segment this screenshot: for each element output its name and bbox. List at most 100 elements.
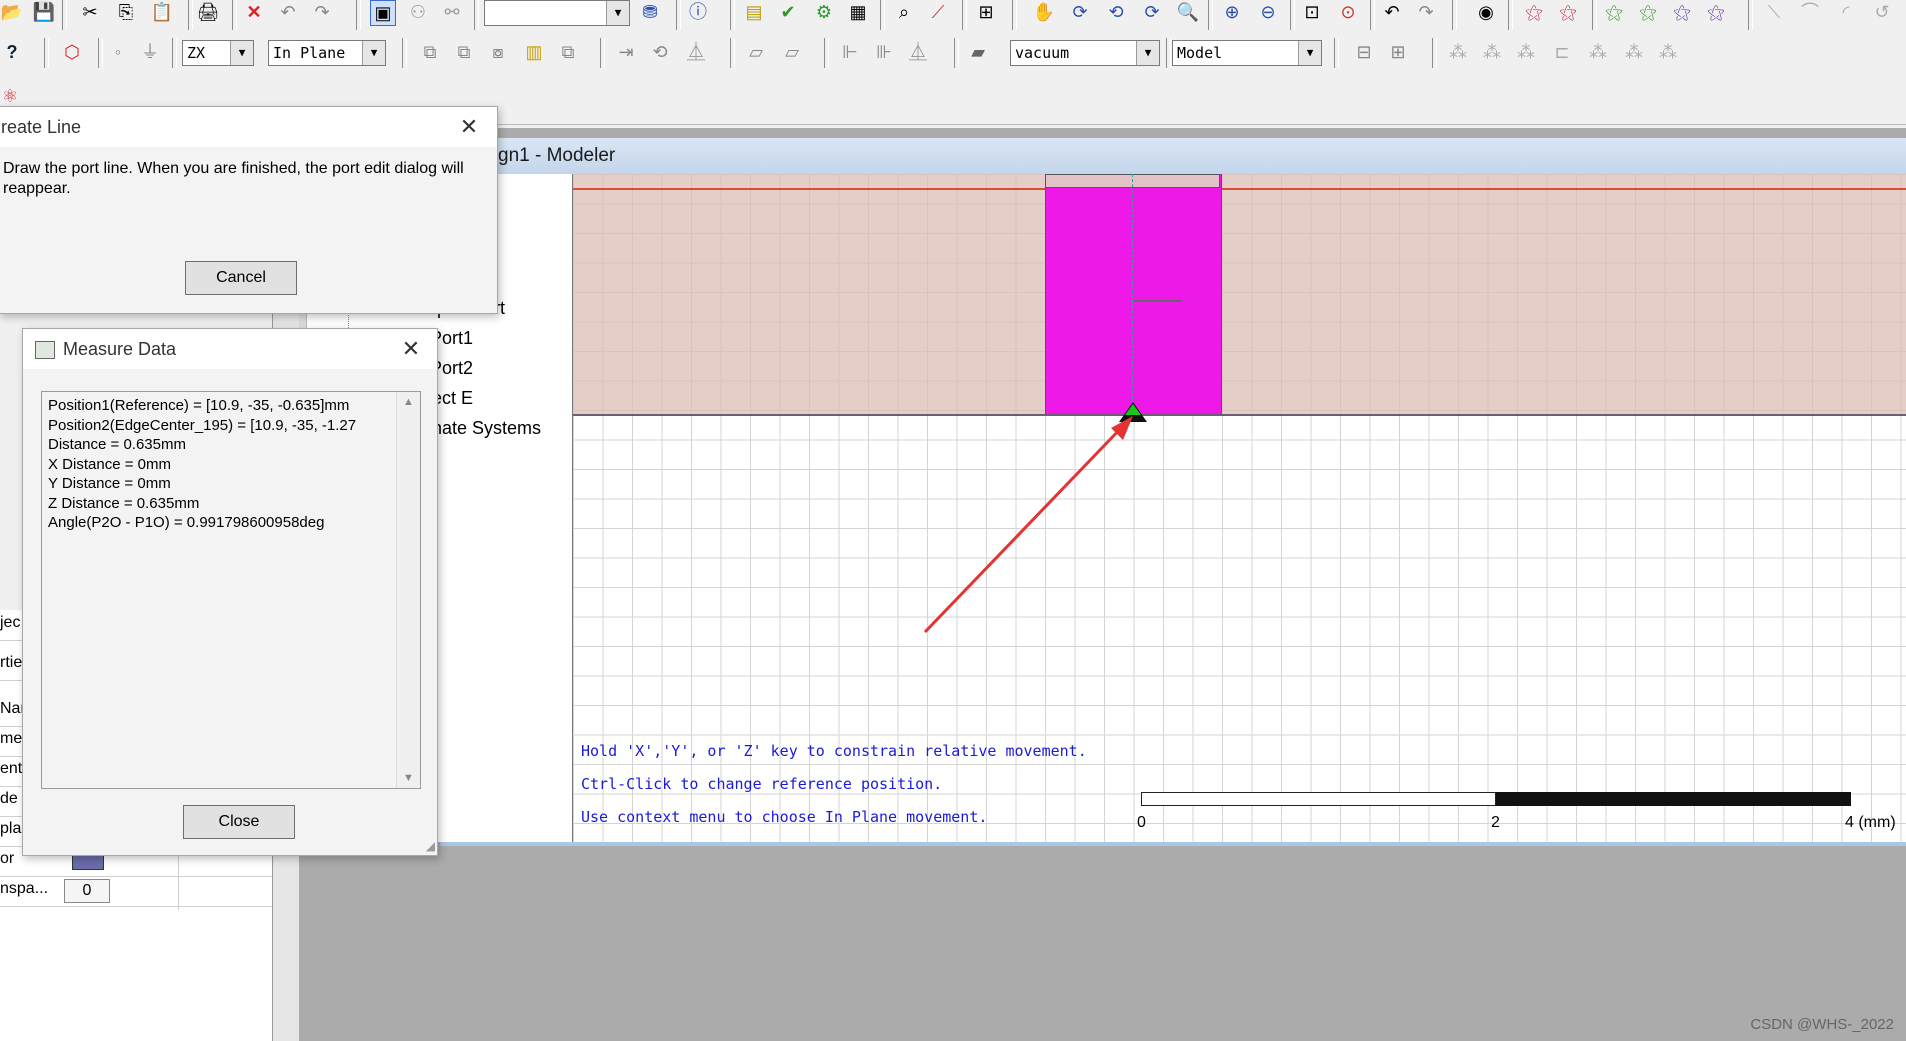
ruler2-icon[interactable]: ⁂ [1622, 40, 1646, 64]
imprint-icon[interactable]: ▥ [522, 40, 546, 64]
sweep-icon[interactable]: ⁂ [1446, 40, 1470, 64]
hide2-icon[interactable]: ⚝ [1636, 0, 1660, 24]
distribute-icon[interactable]: ⊪ [872, 40, 896, 64]
spline-icon[interactable]: ↺ [1870, 0, 1894, 24]
transparency-value[interactable]: 0 [64, 879, 110, 903]
model-icon[interactable]: ⚇ [406, 0, 430, 24]
info-icon[interactable]: ⓘ [686, 0, 710, 24]
plane-icon[interactable]: ⏚ [138, 40, 162, 64]
toolbar-separator [1208, 0, 1213, 30]
ruler3-icon[interactable]: ⁂ [1656, 40, 1680, 64]
intersect-icon[interactable]: ⧇ [486, 40, 510, 64]
plane-select[interactable]: ZX ▼ [182, 40, 254, 66]
undo-view-icon[interactable]: ↶ [1380, 0, 1404, 24]
field-icon[interactable]: ⊞ [974, 0, 998, 24]
scale-label-2: 2 [1491, 814, 1500, 831]
scroll-up-icon[interactable]: ▲ [403, 396, 414, 408]
hide3-icon[interactable]: ⚝ [1704, 0, 1728, 24]
select-icon[interactable]: ▣ [370, 0, 396, 26]
pan-icon[interactable]: ✋ [1032, 0, 1056, 24]
scroll-down-icon[interactable]: ▼ [403, 772, 414, 784]
zoom-out-icon[interactable]: ⊖ [1256, 0, 1280, 24]
zoom-icon[interactable]: 🔍 [1176, 0, 1200, 24]
undo-icon[interactable]: ↶ [276, 0, 300, 24]
paste-icon[interactable]: 📋 [150, 0, 174, 24]
curve-icon[interactable]: ⌒ [1798, 0, 1822, 24]
zoom-in-icon[interactable]: ⊕ [1220, 0, 1244, 24]
sheet2-icon[interactable]: ▱ [780, 40, 804, 64]
show-icon[interactable]: ⚝ [1522, 0, 1546, 24]
toolbar-separator [172, 38, 177, 68]
plot-icon[interactable]: ⟋ [926, 0, 950, 24]
rotate3-icon[interactable]: ⟳ [1140, 0, 1164, 24]
measure-icon[interactable]: ⊏ [1550, 40, 1574, 64]
open-icon[interactable]: 📂 [0, 0, 24, 24]
create-line-dialog: reate Line ✕ Draw the port line. When yo… [0, 106, 498, 314]
close-button[interactable]: Close [183, 805, 295, 839]
prop-label: pla [0, 820, 22, 837]
toolbar-separator [1748, 0, 1753, 30]
save-icon[interactable]: 💾 [32, 0, 56, 24]
ruler-icon[interactable]: ⁂ [1586, 40, 1610, 64]
copy-icon[interactable]: ⎘ [114, 0, 138, 24]
create-line-titlebar: reate Line ✕ [0, 107, 497, 147]
toolbar-separator [1432, 38, 1437, 68]
rotate2-icon[interactable]: ⟲ [1104, 0, 1128, 24]
close-icon[interactable]: ✕ [397, 335, 425, 363]
sheet-icon[interactable]: ▱ [744, 40, 768, 64]
blank-combo[interactable]: ▼ [484, 0, 630, 26]
unite-icon[interactable]: ⧉ [418, 40, 442, 64]
split-icon[interactable]: ⚯ [440, 0, 464, 24]
close-icon[interactable]: ✕ [455, 113, 483, 141]
measure-output-box[interactable]: Position1(Reference) = [10.9, -35, -0.63… [41, 391, 421, 789]
zoom-all-icon[interactable]: ⊙ [1336, 0, 1360, 24]
help-icon[interactable]: ? [0, 40, 24, 64]
analyze-icon[interactable]: ⚙ [812, 0, 836, 24]
align-icon[interactable]: ⊩ [838, 40, 862, 64]
sweep2-icon[interactable]: ⁂ [1480, 40, 1504, 64]
hide-icon[interactable]: ⚝ [1556, 0, 1580, 24]
mirror-icon[interactable]: ⏅ [684, 40, 708, 64]
move-icon[interactable]: ⇥ [614, 40, 638, 64]
arc-icon[interactable]: ◜ [1834, 0, 1858, 24]
resize-grip-icon[interactable]: ◢ [426, 839, 435, 853]
prop-label: ent [0, 760, 23, 777]
view-icon[interactable]: ◉ [1474, 0, 1498, 24]
delete-icon[interactable]: ✕ [242, 0, 266, 24]
print-icon[interactable]: 🖨 [196, 0, 220, 24]
cancel-button[interactable]: Cancel [185, 261, 297, 295]
line-icon[interactable]: ⟍ [1762, 0, 1786, 24]
redo-icon[interactable]: ↷ [310, 0, 334, 24]
mode-select[interactable]: Model ▼ [1172, 40, 1322, 66]
report-icon[interactable]: ▦ [846, 0, 870, 24]
prop-row: nspa... 0 [0, 876, 272, 907]
filter-icon[interactable]: ⛃ [638, 0, 662, 24]
check-icon[interactable]: ✔ [776, 0, 800, 24]
fit-icon[interactable]: ⌕ [892, 0, 916, 24]
split-body-icon[interactable]: ⧉ [556, 40, 580, 64]
cut-icon[interactable]: ✂ [78, 0, 102, 24]
mirror2-icon[interactable]: ⏅ [906, 40, 930, 64]
subtract-icon[interactable]: ⧉ [452, 40, 476, 64]
rotate-obj-icon[interactable]: ⟲ [648, 40, 672, 64]
modeler-canvas[interactable]: Hold 'X','Y', or 'Z' key to constrain re… [572, 174, 1906, 842]
material-select[interactable]: vacuum ▼ [1010, 40, 1160, 66]
sweep3-icon[interactable]: ⁂ [1514, 40, 1538, 64]
tree-item-perfect-e[interactable]: ect E [432, 388, 473, 409]
cube-icon[interactable]: ⬡ [60, 40, 84, 64]
validate-icon[interactable]: ▤ [742, 0, 766, 24]
show2-icon[interactable]: ⚝ [1602, 0, 1626, 24]
rotate-icon[interactable]: ⟳ [1068, 0, 1092, 24]
zoom-area-icon[interactable]: ⊡ [1300, 0, 1324, 24]
substrate-edge-line [573, 188, 1906, 190]
point-icon[interactable]: ◦ [106, 40, 130, 64]
tree-item-coordinate-systems[interactable]: nate Systems [432, 418, 541, 439]
movement-select[interactable]: In Plane ▼ [268, 40, 386, 66]
toolbar-separator [402, 38, 407, 68]
material-icon[interactable]: ▰ [966, 40, 990, 64]
redo-view-icon[interactable]: ↷ [1414, 0, 1438, 24]
show3-icon[interactable]: ⚝ [1670, 0, 1694, 24]
grid-icon[interactable]: ⊟ [1352, 40, 1376, 64]
scrollbar[interactable]: ▲ ▼ [396, 392, 420, 788]
snap-icon[interactable]: ⊞ [1386, 40, 1410, 64]
